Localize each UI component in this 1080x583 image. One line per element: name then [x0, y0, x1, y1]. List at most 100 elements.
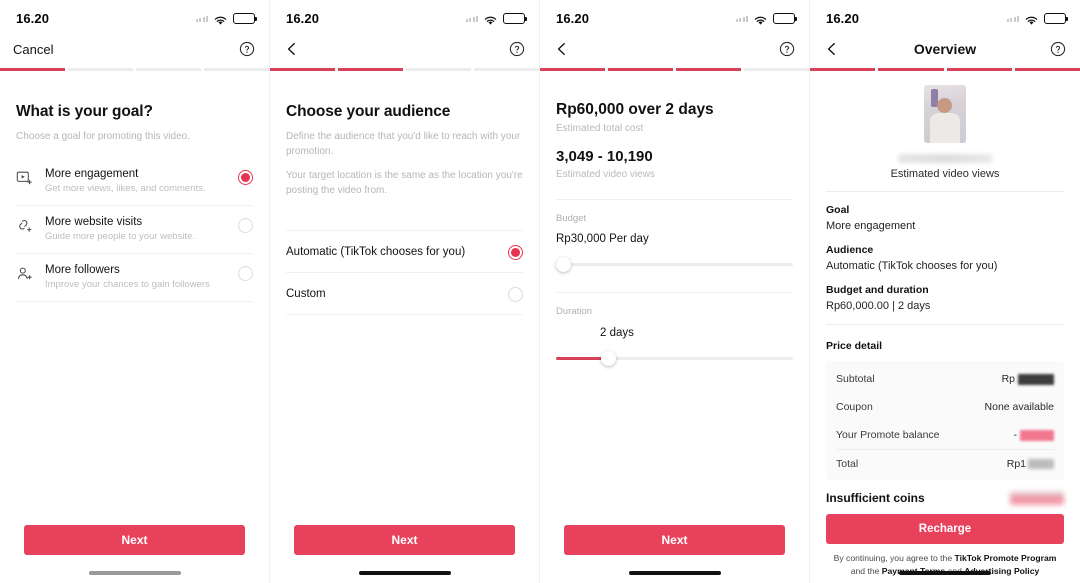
help-circle-icon[interactable] — [1050, 41, 1066, 57]
duration-value: 2 days — [600, 327, 634, 339]
goal-radio-more-engagement[interactable] — [238, 170, 253, 185]
status-clock: 16.20 — [556, 10, 590, 26]
nav-bar: Cancel — [0, 36, 269, 62]
status-bar: 16.20 — [540, 0, 809, 36]
estimated-views-caption: Estimated video views — [890, 168, 1000, 180]
redacted-amount — [1028, 459, 1054, 469]
price-row-amount: Rp1 — [1006, 458, 1026, 470]
progress-segment — [270, 68, 335, 71]
page-subtitle: Choose a goal for promoting this video. — [16, 131, 190, 142]
price-row-value: None available — [984, 401, 1054, 413]
tiktok-promote-program-link[interactable]: TikTok Promote Program — [955, 553, 1057, 563]
goal-option-text: More engagement Get more views, likes, a… — [45, 168, 227, 194]
redacted-views-value — [898, 154, 992, 163]
progress-segment — [540, 68, 605, 71]
budget-slider[interactable] — [556, 254, 793, 276]
price-row-label: Subtotal — [836, 373, 875, 385]
help-circle-icon[interactable] — [779, 41, 795, 57]
chevron-left-icon[interactable] — [823, 40, 841, 58]
divider — [556, 292, 793, 293]
price-row-value: Rp — [1002, 373, 1054, 385]
price-row-value: - — [1013, 429, 1054, 441]
video-thumbnail-wrap[interactable] — [810, 71, 1080, 143]
goal-option-desc: Improve your chances to gain followers — [45, 279, 210, 290]
home-indicator — [628, 571, 721, 575]
signal-dots-icon — [195, 14, 208, 22]
price-row-amount: - — [1013, 429, 1018, 441]
battery-icon — [1044, 12, 1068, 24]
progress-segment — [744, 68, 809, 71]
divider — [556, 199, 793, 200]
link-plus-icon — [16, 217, 34, 235]
goal-option-text: More website visits Guide more people to… — [45, 216, 227, 242]
audience-option-label: Custom — [286, 287, 326, 300]
status-bar: 16.20 — [810, 0, 1080, 36]
progress-segment — [136, 68, 201, 71]
wifi-icon — [1024, 13, 1039, 25]
audience-option-custom[interactable]: Custom — [286, 273, 523, 315]
battery-icon — [233, 12, 257, 24]
home-indicator — [88, 571, 181, 575]
chevron-left-icon[interactable] — [283, 40, 301, 58]
wifi-icon — [213, 13, 228, 25]
signal-dots-icon — [465, 14, 478, 22]
nav-bar — [270, 36, 539, 62]
next-button[interactable]: Next — [564, 525, 785, 555]
progress-segment — [0, 68, 65, 71]
signal-dots-icon — [1006, 14, 1019, 22]
next-button[interactable]: Next — [24, 525, 245, 555]
recharge-button[interactable]: Recharge — [826, 514, 1064, 544]
audience-radio-automatic[interactable] — [508, 245, 523, 260]
estimated-total-cost-caption: Estimated total cost — [556, 123, 644, 134]
goal-option-desc: Guide more people to your website. — [45, 231, 195, 242]
price-row-value: Rp1 — [1007, 458, 1054, 470]
audience-radio-custom[interactable] — [508, 287, 523, 302]
budget-label: Budget — [556, 213, 587, 224]
price-row-amount: Rp — [1001, 373, 1015, 385]
battery-icon — [503, 12, 527, 24]
step-progress — [270, 62, 539, 71]
summary-audience: Audience Automatic (TikTok chooses for y… — [810, 244, 1080, 272]
progress-segment — [608, 68, 673, 71]
summary-value: Automatic (TikTok chooses for you) — [826, 260, 998, 272]
audience-option-automatic[interactable]: Automatic (TikTok chooses for you) — [286, 230, 523, 273]
signal-dots-icon — [735, 14, 748, 22]
goal-radio-more-followers[interactable] — [238, 266, 253, 281]
wifi-icon — [483, 13, 498, 25]
progress-segment — [810, 68, 876, 71]
status-clock: 16.20 — [286, 10, 320, 26]
progress-segment — [946, 68, 1012, 71]
home-indicator — [358, 571, 451, 575]
step-progress — [0, 62, 269, 71]
duration-slider[interactable] — [556, 348, 793, 370]
duration-slider-thumb[interactable] — [601, 351, 617, 366]
goal-option-list: More engagement Get more views, likes, a… — [16, 158, 253, 302]
progress-segment — [1014, 68, 1080, 71]
video-plus-icon — [16, 169, 34, 187]
panel-audience: 16.20 Choose your audience Define the au… — [270, 0, 540, 583]
summary-value: Rp60,000.00 | 2 days — [826, 300, 931, 312]
goal-option-more-engagement[interactable]: More engagement Get more views, likes, a… — [16, 158, 253, 206]
help-circle-icon[interactable] — [239, 41, 255, 57]
budget-value: Rp30,000 Per day — [556, 233, 649, 245]
thumbnail-detail — [930, 113, 960, 143]
divider — [826, 191, 1064, 192]
summary-budget-duration: Budget and duration Rp60,000.00 | 2 days — [810, 284, 1080, 312]
summary-key: Budget and duration — [826, 284, 929, 296]
budget-slider-thumb[interactable] — [556, 257, 571, 272]
legal-part-2: and the — [850, 566, 882, 577]
next-button[interactable]: Next — [294, 525, 515, 555]
goal-option-more-website-visits[interactable]: More website visits Guide more people to… — [16, 206, 253, 254]
video-thumbnail[interactable] — [924, 85, 966, 143]
page-title: Choose your audience — [286, 103, 451, 120]
goal-option-more-followers[interactable]: More followers Improve your chances to g… — [16, 254, 253, 302]
price-row-promote-balance: Your Promote balance - — [836, 421, 1054, 449]
chevron-left-icon[interactable] — [553, 40, 571, 58]
price-row-subtotal: Subtotal Rp — [836, 365, 1054, 393]
goal-option-title: More website visits — [45, 216, 143, 228]
progress-segment — [676, 68, 741, 71]
goal-radio-more-website-visits[interactable] — [238, 218, 253, 233]
help-circle-icon[interactable] — [509, 41, 525, 57]
page-title: Overview — [913, 41, 977, 57]
cancel-button[interactable]: Cancel — [13, 42, 53, 57]
